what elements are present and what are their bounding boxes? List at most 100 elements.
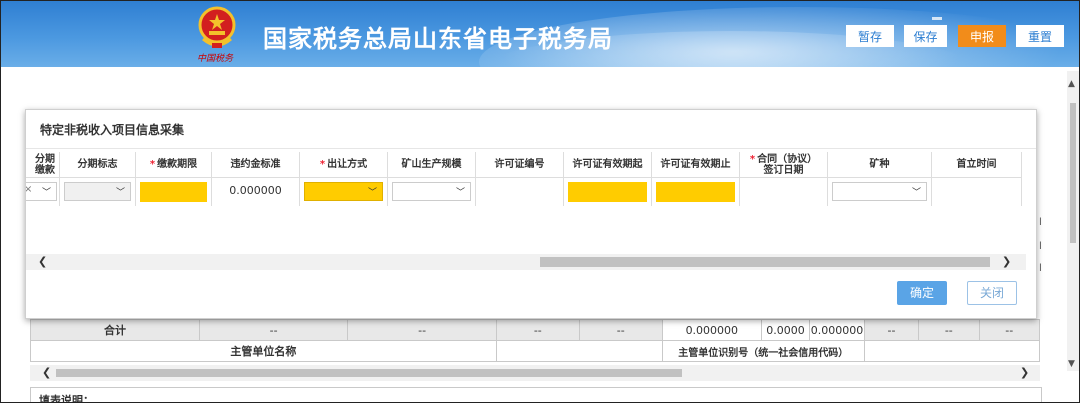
col-header-payment-deadline: * 缴款期限	[136, 152, 212, 178]
table-cell: 0.0000	[760, 319, 811, 341]
summary-table: 合计 -- -- -- -- 0.000000 0.0000 0.000000 …	[30, 319, 1041, 362]
total-row: 合计 -- -- -- -- 0.000000 0.0000 0.000000 …	[30, 319, 1040, 341]
info-row: 主管单位名称 主管单位识别号（统一社会信用代码）	[30, 340, 1041, 362]
table-cell: --	[198, 319, 349, 341]
browser-frame: 中国税务 国家税务总局山东省电子税务局 暂存 保存 申报 重置 ▲ ▼ l l …	[0, 0, 1080, 403]
col-header-transfer-method: * 出让方式	[300, 152, 388, 178]
project-info-dialog: 特定非税收入项目信息采集 分期缴款 分期标志 * 缴款期限 违约金标准 * 出让方式…	[25, 109, 1037, 319]
license-number-cell[interactable]	[476, 178, 564, 206]
col-header-label: 许可证编号	[494, 159, 545, 170]
scroll-left-arrow[interactable]: ❮	[38, 254, 47, 270]
installment-flag-select[interactable]: ﹀	[64, 182, 131, 201]
clipped-text-fragment: l	[1039, 217, 1042, 228]
required-mark: *	[749, 153, 756, 165]
dialog-divider	[26, 148, 1036, 149]
transfer-method-select[interactable]: ﹀	[304, 182, 383, 201]
mine-scale-select[interactable]: ﹀	[392, 182, 471, 201]
col-header-mineral-type: 矿种	[828, 152, 932, 178]
col-header-label: 合同（协议）签订日期	[757, 153, 818, 176]
col-header-label: 矿山生产规模	[401, 159, 462, 170]
first-date-cell[interactable]	[932, 178, 1022, 206]
col-header-label: 缴款期限	[157, 159, 198, 170]
col-header-installment-payment: 分期缴款	[26, 152, 60, 178]
save-button[interactable]: 保存	[904, 25, 947, 47]
col-header-mine-scale: 矿山生产规模	[388, 152, 476, 178]
page-horizontal-scrollbar[interactable]: ❮ ❯	[30, 365, 1040, 381]
notes-section: 填表说明：	[30, 387, 1042, 403]
supervisor-id-value[interactable]	[863, 340, 1041, 362]
scroll-right-arrow[interactable]: ❯	[1002, 254, 1011, 270]
license-end-field[interactable]	[656, 182, 735, 202]
col-header-label: 矿种	[869, 159, 890, 170]
scroll-right-arrow[interactable]: ❯	[1020, 365, 1029, 381]
contract-date-cell[interactable]	[740, 178, 828, 206]
required-mark: *	[149, 159, 156, 170]
scroll-up-arrow[interactable]: ▲	[1068, 79, 1075, 89]
col-header-license-number: 许可证编号	[476, 152, 564, 178]
col-header-label: 分期标志	[77, 159, 118, 170]
table-cell: --	[578, 319, 663, 341]
table-cell: --	[347, 319, 497, 341]
col-header-label: 分期缴款	[35, 153, 55, 176]
supervisor-name-value[interactable]	[495, 340, 663, 362]
header-marker	[932, 17, 942, 20]
confirm-button[interactable]: 确定	[897, 281, 947, 305]
license-end-cell	[652, 178, 740, 206]
emblem-caption: 中国税务	[197, 54, 234, 64]
penalty-standard-cell[interactable]: 0.000000	[212, 178, 300, 206]
col-header-label: 许可证有效期止	[660, 159, 731, 170]
chevron-down-icon: ﹀	[41, 188, 51, 198]
supervisor-name-label: 主管单位名称	[30, 340, 497, 362]
col-header-penalty-standard: 违约金标准	[212, 152, 300, 178]
table-cell: --	[978, 319, 1040, 341]
payment-deadline-field[interactable]	[140, 182, 207, 202]
col-header-license-end: 许可证有效期止	[652, 152, 740, 178]
page-vertical-scrollbar[interactable]: ▲ ▼	[1067, 71, 1079, 371]
payment-deadline-cell	[136, 178, 212, 206]
table-cell: --	[495, 319, 580, 341]
submit-button[interactable]: 申报	[958, 25, 1006, 47]
license-start-field[interactable]	[568, 182, 647, 202]
table-cell: --	[863, 319, 920, 341]
total-label: 合计	[30, 319, 200, 341]
dialog-horizontal-scrollbar[interactable]: ❮ ❯	[26, 254, 1026, 270]
required-mark: *	[319, 159, 326, 170]
scroll-down-arrow[interactable]: ▼	[1068, 359, 1075, 369]
clipped-text-fragment: l	[1039, 263, 1042, 274]
col-header-installment-flag: 分期标志	[60, 152, 136, 178]
col-header-first-date: 首立时间	[932, 152, 1022, 178]
save-draft-button[interactable]: 暂存	[846, 25, 894, 47]
national-emblem-icon	[198, 6, 236, 48]
mine-scale-cell: ﹀	[388, 178, 476, 206]
col-header-label: 违约金标准	[230, 159, 281, 170]
col-header-contract-date: * 合同（协议）签订日期	[740, 152, 828, 178]
chevron-down-icon: ﹀	[455, 188, 465, 198]
scroll-left-arrow[interactable]: ❮	[42, 365, 51, 381]
table-cell: 0.000000	[809, 319, 865, 341]
page-hscroll-thumb[interactable]	[56, 369, 682, 377]
installment-payment-select[interactable]: × ﹀	[26, 182, 57, 201]
col-header-license-start: 许可证有效期起	[564, 152, 652, 178]
site-header: 中国税务 国家税务总局山东省电子税务局 暂存 保存 申报 重置	[1, 1, 1079, 67]
clipped-text-fragment: l	[1039, 241, 1042, 252]
penalty-standard-value[interactable]: 0.000000	[212, 184, 299, 197]
mineral-type-cell: ﹀	[828, 178, 932, 206]
transfer-method-cell: ﹀	[300, 178, 388, 206]
close-button[interactable]: 关闭	[967, 281, 1017, 305]
mineral-type-select[interactable]: ﹀	[832, 182, 927, 201]
table-cell: --	[918, 319, 980, 341]
col-header-label: 许可证有效期起	[572, 159, 643, 170]
license-start-cell	[564, 178, 652, 206]
dialog-hscroll-thumb[interactable]	[540, 257, 990, 267]
dialog-title: 特定非税收入项目信息采集	[40, 123, 185, 137]
chevron-down-icon: ﹀	[115, 188, 125, 198]
page-scroll-thumb[interactable]	[1070, 103, 1076, 243]
chevron-down-icon: ﹀	[367, 188, 377, 198]
collection-grid: 分期缴款 分期标志 * 缴款期限 违约金标准 * 出让方式 矿山生产规模 许可证编号…	[26, 152, 1026, 206]
notes-label: 填表说明：	[39, 394, 94, 403]
col-header-label: 首立时间	[956, 159, 997, 170]
supervisor-id-label: 主管单位识别号（统一社会信用代码）	[661, 340, 865, 362]
installment-payment-cell: × ﹀	[26, 178, 60, 206]
clear-icon[interactable]: ×	[26, 184, 32, 195]
reset-button[interactable]: 重置	[1016, 25, 1064, 47]
